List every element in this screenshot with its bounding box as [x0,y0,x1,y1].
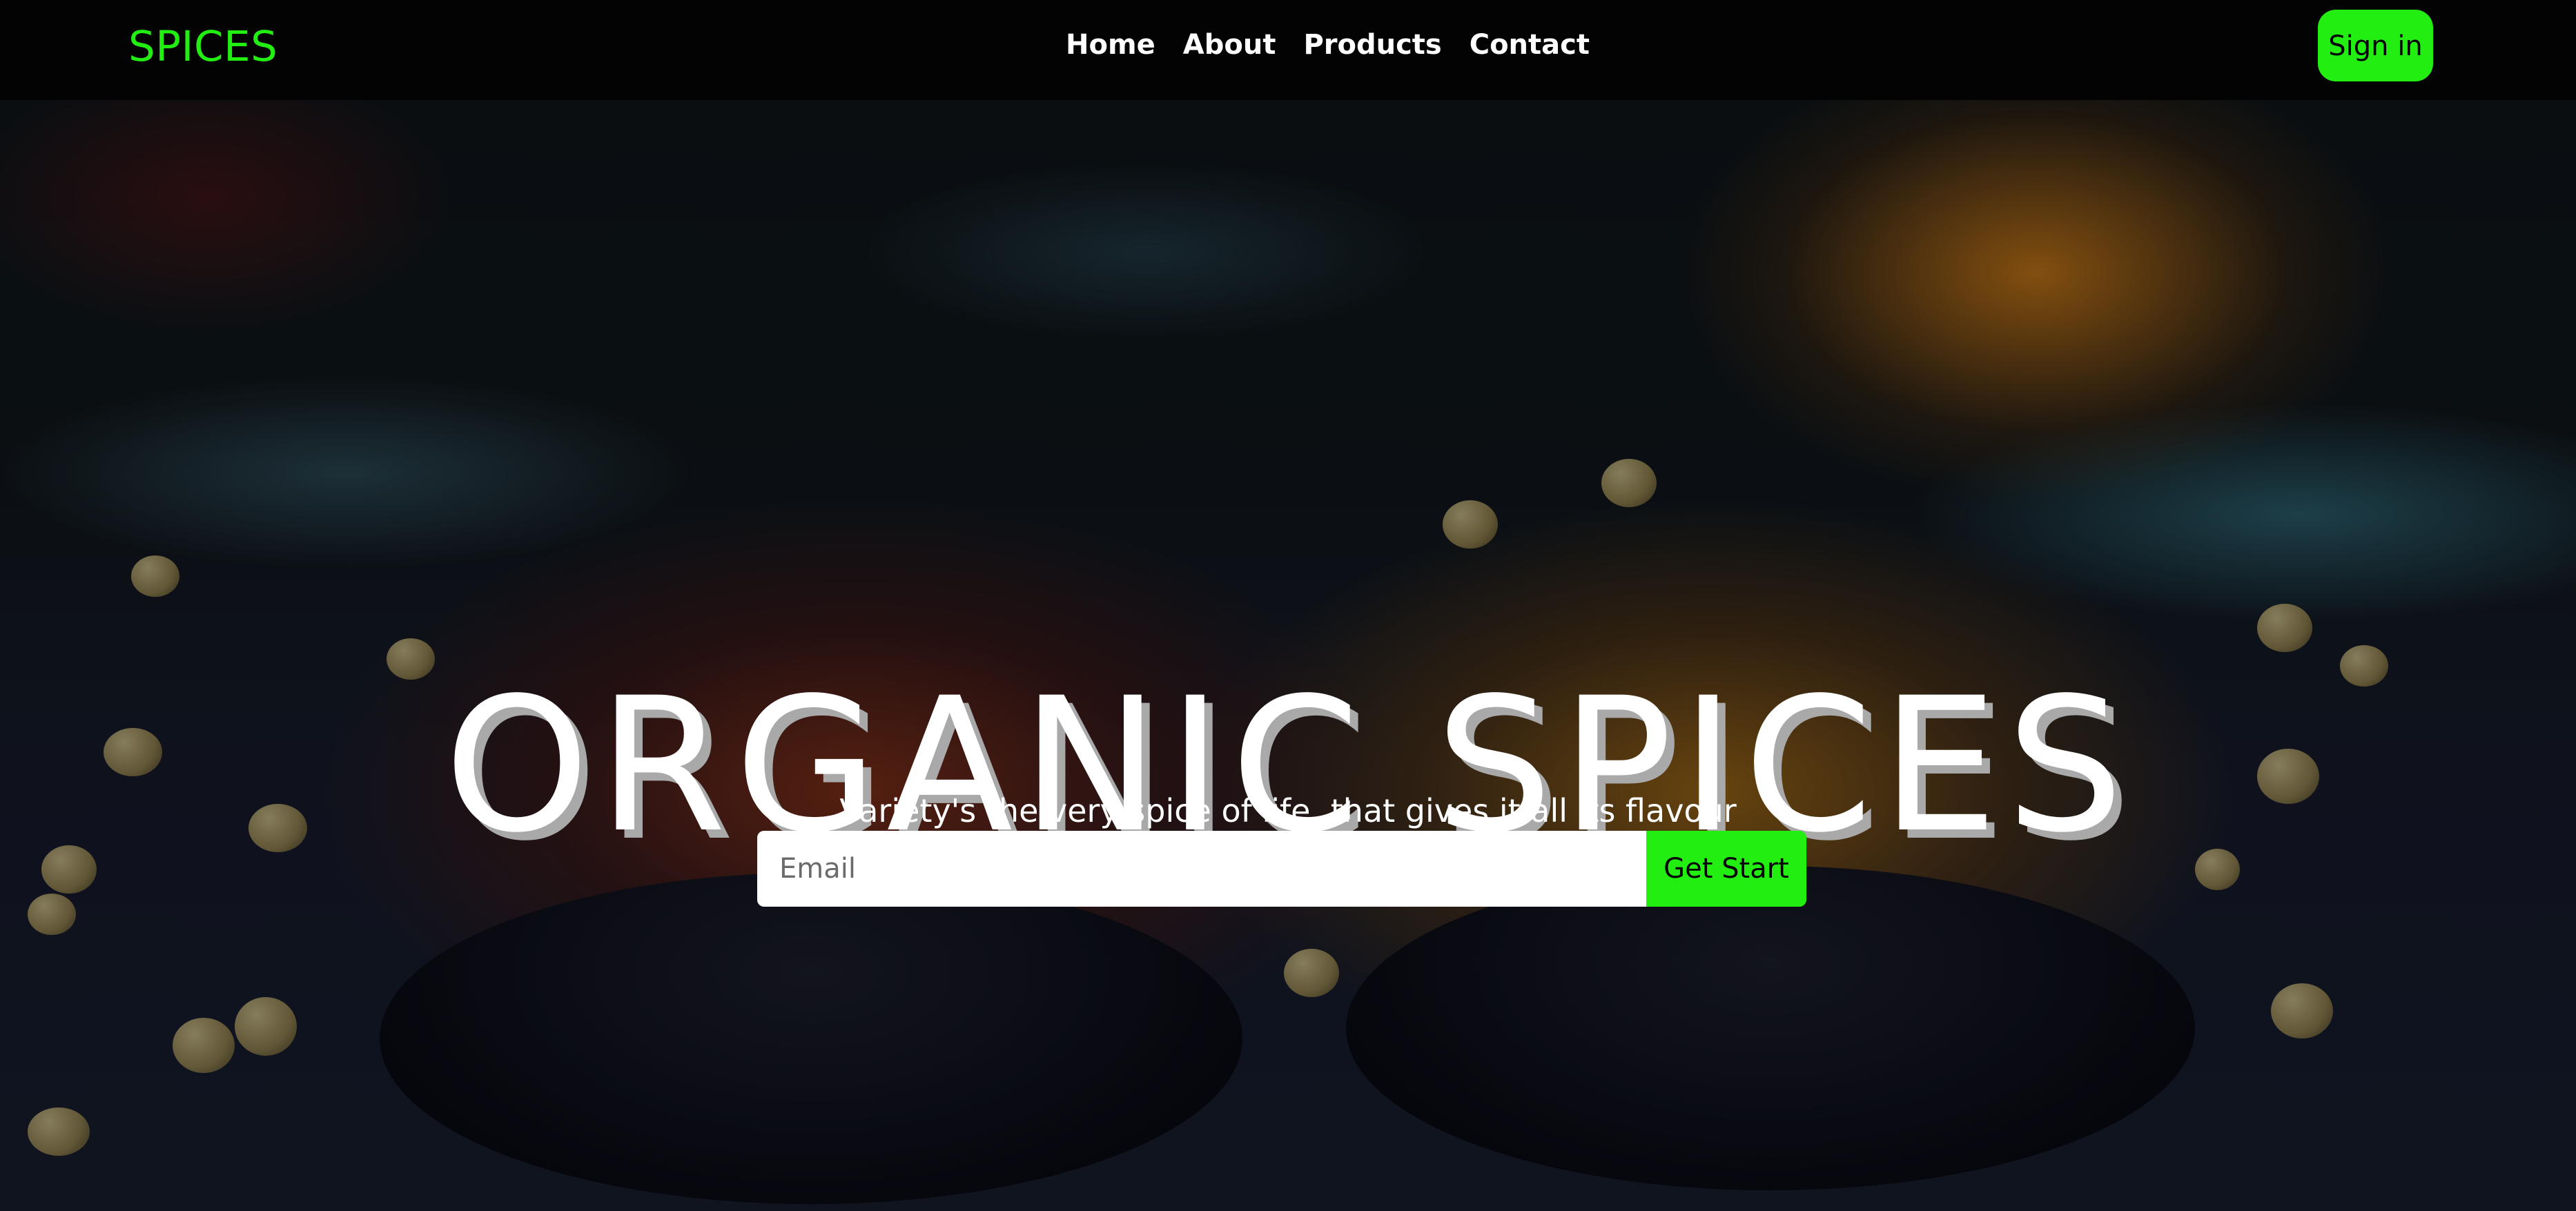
nav-link-home[interactable]: Home [1066,21,1155,69]
get-start-button[interactable]: Get Start [1646,831,1806,907]
sign-in-button[interactable]: Sign in [2318,10,2433,81]
email-input[interactable] [757,831,1646,907]
hero-overlay [0,100,2576,1211]
hero-background [0,100,2576,1211]
nav-link-about[interactable]: About [1183,21,1276,69]
email-signup-form: Get Start [757,831,1806,907]
primary-nav: Home About Products Contact [1066,21,1590,69]
page: SPICES Home About Products Contact Sign … [0,0,2576,1211]
hero-tagline: Variety's the very spice of life, that g… [839,792,1737,829]
nav-link-products[interactable]: Products [1303,21,1441,69]
brand-logo[interactable]: SPICES [128,19,277,75]
nav-link-contact[interactable]: Contact [1470,21,1590,69]
top-navbar: SPICES Home About Products Contact Sign … [0,0,2576,100]
